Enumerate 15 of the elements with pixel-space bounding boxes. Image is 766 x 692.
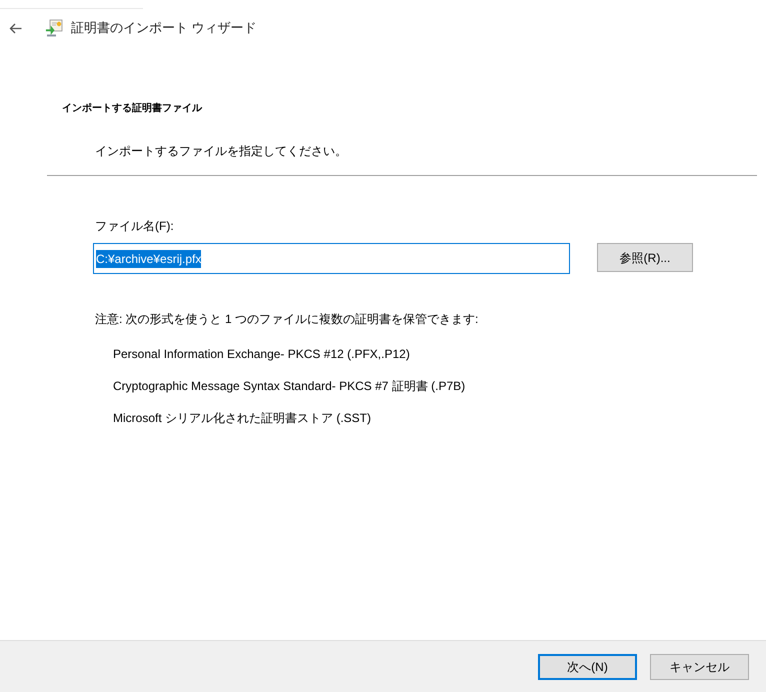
page-subheading: インポートするファイルを指定してください。 bbox=[95, 144, 347, 158]
format-item: Cryptographic Message Syntax Standard- PKCS #7 証明書 (.P7B) bbox=[113, 378, 466, 394]
browse-button[interactable]: 参照(R)... bbox=[597, 243, 693, 272]
back-arrow-icon[interactable] bbox=[9, 22, 22, 34]
footer-button[interactable]: 次へ(N) bbox=[538, 654, 637, 680]
footer-button[interactable]: キャンセル bbox=[650, 654, 749, 680]
window-title: 証明書のインポート ウィザード bbox=[71, 19, 257, 38]
file-name-field[interactable]: C:¥archive¥esrij.pfx bbox=[93, 243, 570, 274]
note-text: 注意: 次の形式を使うと 1 つのファイルに複数の証明書を保管できます: bbox=[95, 312, 478, 326]
format-item: Personal Information Exchange- PKCS #12 (.PFX,.P12) bbox=[113, 346, 410, 362]
certificate-arrow-icon bbox=[45, 19, 63, 37]
page-heading: インポートする証明書ファイル bbox=[62, 103, 202, 114]
file-name-label: ファイル名(F): bbox=[95, 219, 174, 233]
format-item: Microsoft シリアル化された証明書ストア (.SST) bbox=[113, 410, 372, 426]
selected-text: C:¥archive¥esrij.pfx bbox=[96, 250, 202, 268]
